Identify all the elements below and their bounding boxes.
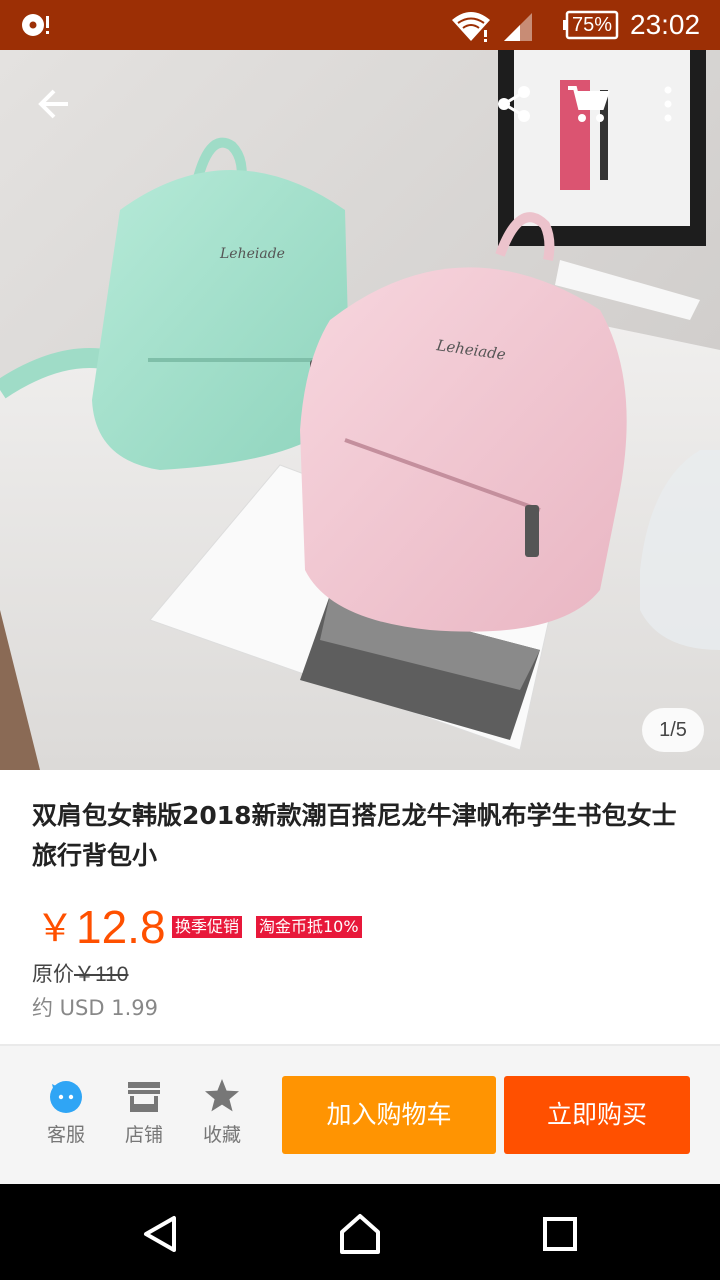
product-title: 双肩包女韩版2018新款潮百搭尼龙牛津帆布学生书包女士旅行背包小	[32, 801, 677, 870]
share-icon[interactable]	[488, 78, 540, 130]
product-image-carousel[interactable]: Leheiade Leheiade 1/5	[0, 50, 720, 770]
nav-home-icon[interactable]	[336, 1210, 384, 1258]
store-icon	[128, 1082, 160, 1112]
svg-text:Leheiade: Leheiade	[219, 246, 285, 262]
nav-back-icon[interactable]	[136, 1210, 184, 1258]
promo-tag: 淘金币抵10%	[256, 916, 362, 938]
promo-tag: 换季促销	[172, 916, 243, 938]
add-to-cart-button[interactable]: 加入购物车	[282, 1076, 496, 1154]
chat-bubble-icon	[50, 1081, 82, 1113]
back-arrow-icon[interactable]	[28, 78, 80, 130]
shop-label: 店铺	[124, 1124, 163, 1146]
battery-level: 75%	[571, 14, 613, 36]
customer-service-button[interactable]: 客服	[34, 1078, 98, 1152]
media-notification-icon	[22, 14, 49, 36]
status-bar: 75% 23:02	[0, 0, 720, 50]
favorite-label: 收藏	[202, 1124, 241, 1146]
shop-button[interactable]: 店铺	[112, 1078, 176, 1152]
clock: 23:02	[630, 9, 701, 40]
more-options-icon[interactable]	[644, 78, 696, 130]
buy-now-button[interactable]: 立即购买	[504, 1076, 690, 1154]
current-price: 12.8	[76, 901, 166, 953]
customer-service-label: 客服	[46, 1124, 85, 1146]
currency-symbol: ￥	[36, 906, 75, 950]
usd-price: 约 USD 1.99	[32, 996, 158, 1020]
wifi-icon	[452, 12, 490, 42]
original-price-label: 原价	[32, 962, 74, 986]
image-counter: 1/5	[642, 708, 704, 752]
nav-recents-icon[interactable]	[536, 1210, 584, 1258]
product-photo: Leheiade Leheiade	[0, 50, 720, 770]
original-price: 原价￥110	[32, 960, 128, 989]
favorite-button[interactable]: 收藏	[190, 1078, 254, 1152]
original-price-value: ￥110	[74, 963, 129, 986]
star-icon	[205, 1079, 239, 1112]
cellular-signal-icon	[504, 13, 532, 41]
cart-icon[interactable]	[562, 78, 614, 130]
